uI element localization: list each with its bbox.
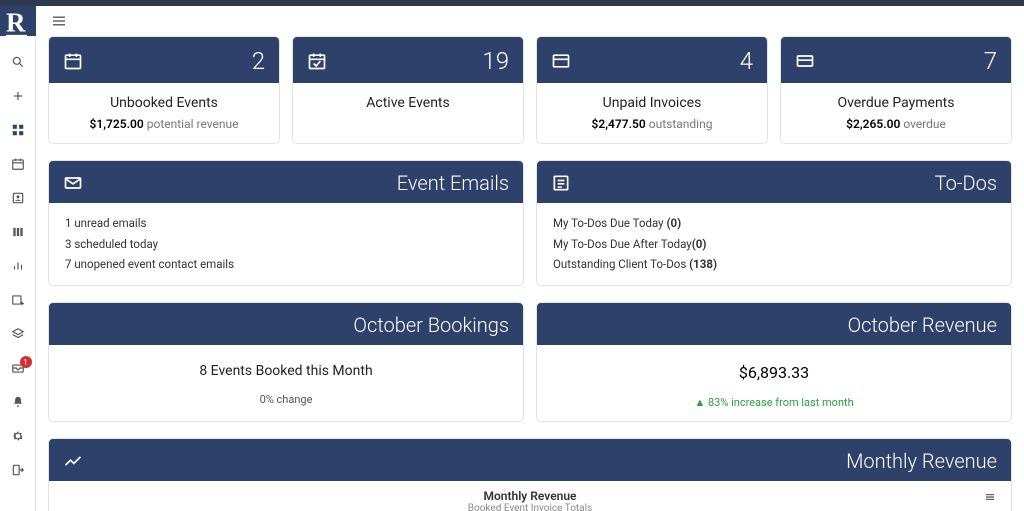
list-icon xyxy=(551,173,571,193)
stat-label: Overdue Payments xyxy=(797,95,995,111)
bookings-sub: 0% change xyxy=(65,379,507,414)
bookings-card[interactable]: October Bookings 8 Events Booked this Mo… xyxy=(48,302,524,422)
todo-line[interactable]: Outstanding Client To-Dos (138) xyxy=(553,254,995,275)
monthly-revenue-card: Monthly Revenue Monthly Revenue Booked E… xyxy=(48,438,1012,511)
email-line[interactable]: 7 unopened event contact emails xyxy=(65,254,507,275)
todos-card[interactable]: To-Dos My To-Dos Due Today (0) My To-Dos… xyxy=(536,160,1012,286)
schedule-add-icon[interactable] xyxy=(10,292,26,308)
todo-line[interactable]: My To-Dos Due Today (0) xyxy=(553,213,995,234)
stat-amount: $2,477.50 xyxy=(592,117,646,131)
inbox-icon[interactable]: 1 xyxy=(10,360,26,376)
dashboard-icon[interactable] xyxy=(10,122,26,138)
stat-count: 19 xyxy=(482,47,509,75)
stat-suffix: overdue xyxy=(903,117,946,131)
stat-suffix: outstanding xyxy=(649,117,713,131)
svg-text:R: R xyxy=(6,8,26,38)
hamburger-button[interactable] xyxy=(48,6,1012,36)
card-title: Event Emails xyxy=(397,171,509,195)
email-line[interactable]: 1 unread emails xyxy=(65,213,507,234)
card-title: October Revenue xyxy=(848,313,997,337)
revenue-amount: $6,893.33 xyxy=(553,357,995,382)
logout-icon[interactable] xyxy=(10,462,26,478)
calendar-icon[interactable] xyxy=(10,156,26,172)
add-icon[interactable] xyxy=(10,88,26,104)
stat-label: Unpaid Invoices xyxy=(553,95,751,111)
stat-suffix: potential revenue xyxy=(147,117,239,131)
bookings-main: 8 Events Booked this Month xyxy=(65,357,507,379)
stat-label: Active Events xyxy=(309,95,507,111)
credit-card-icon xyxy=(795,51,815,71)
email-line[interactable]: 3 scheduled today xyxy=(65,234,507,255)
calendar-blank-icon xyxy=(63,51,83,71)
stat-card-active[interactable]: 19 Active Events xyxy=(292,36,524,144)
stat-amount: $1,725.00 xyxy=(90,117,144,131)
layers-icon[interactable] xyxy=(10,326,26,342)
card-title: October Bookings xyxy=(353,313,509,337)
stat-amount: $2,265.00 xyxy=(846,117,900,131)
menu-icon xyxy=(983,490,997,504)
main-content: 2 Unbooked Events $1,725.00 potential rev… xyxy=(36,6,1024,511)
sidebar: R 1 xyxy=(0,6,36,511)
card-title: To-Dos xyxy=(935,171,997,195)
stat-count: 4 xyxy=(740,47,753,75)
card-title: Monthly Revenue xyxy=(846,449,997,473)
gear-icon[interactable] xyxy=(10,428,26,444)
mail-icon xyxy=(63,173,83,193)
logo-r-icon: R xyxy=(0,3,36,39)
browser-icon xyxy=(551,51,571,71)
chart-menu-button[interactable] xyxy=(983,489,997,508)
menu-icon xyxy=(50,12,68,30)
revenue-card[interactable]: October Revenue $6,893.33 ▲ 83% increase… xyxy=(536,302,1012,422)
stat-count: 2 xyxy=(252,47,265,75)
app-logo: R xyxy=(0,6,36,36)
todo-line[interactable]: My To-Dos Due After Today(0) xyxy=(553,234,995,255)
contacts-icon[interactable] xyxy=(10,190,26,206)
inbox-badge: 1 xyxy=(20,356,32,368)
trend-icon xyxy=(63,451,83,471)
stat-label: Unbooked Events xyxy=(65,95,263,111)
calendar-check-icon xyxy=(307,51,327,71)
stat-card-overdue[interactable]: 7 Overdue Payments $2,265.00 overdue xyxy=(780,36,1012,144)
stat-card-unbooked[interactable]: 2 Unbooked Events $1,725.00 potential rev… xyxy=(48,36,280,144)
bell-icon[interactable] xyxy=(10,394,26,410)
columns-icon[interactable] xyxy=(10,224,26,240)
stat-card-unpaid[interactable]: 4 Unpaid Invoices $2,477.50 outstanding xyxy=(536,36,768,144)
stat-count: 7 xyxy=(984,47,997,75)
analytics-icon[interactable] xyxy=(10,258,26,274)
event-emails-card[interactable]: Event Emails 1 unread emails 3 scheduled… xyxy=(48,160,524,286)
search-icon[interactable] xyxy=(10,54,26,70)
chart-heading: Monthly Revenue xyxy=(49,481,1011,503)
revenue-change: ▲ 83% increase from last month xyxy=(553,382,995,417)
chart-subheading: Booked Event Invoice Totals xyxy=(49,503,1011,511)
